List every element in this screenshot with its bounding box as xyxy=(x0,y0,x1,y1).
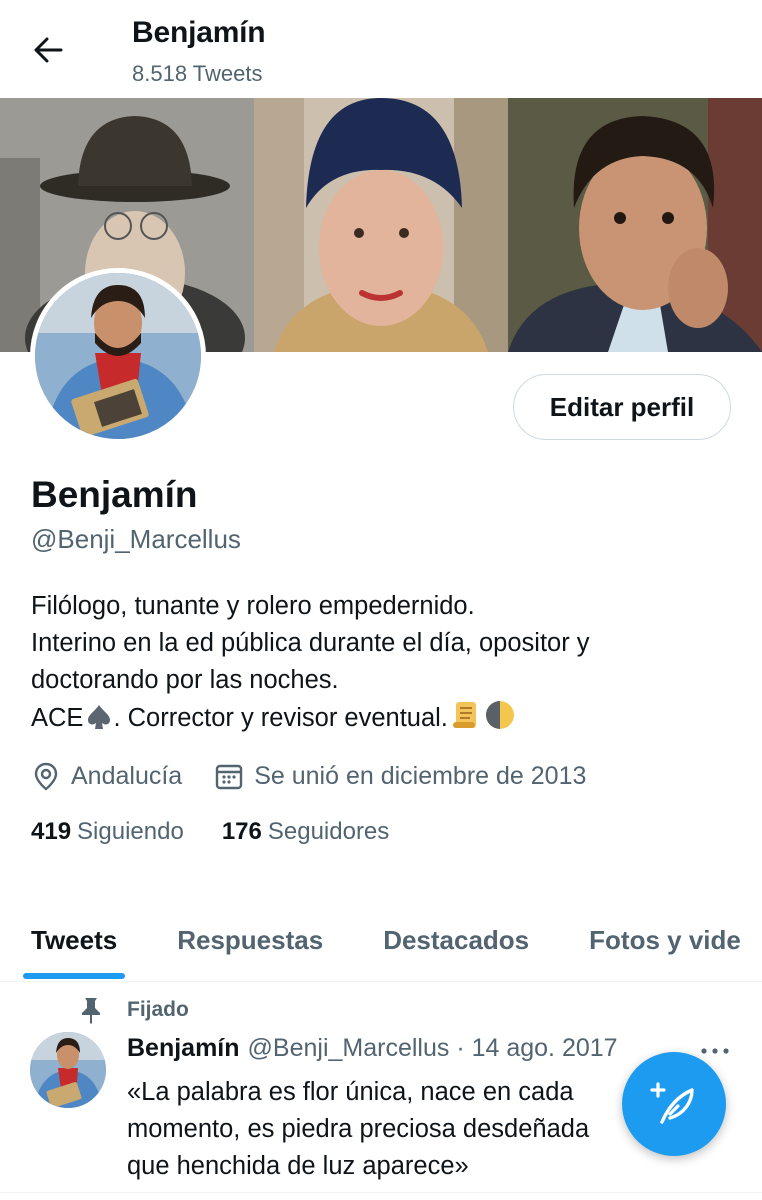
tab-respuestas[interactable]: Respuestas xyxy=(177,898,324,981)
banner-photo-3 xyxy=(508,98,762,352)
tweet-author-avatar[interactable] xyxy=(30,1032,106,1108)
profile-handle: @Benji_Marcellus xyxy=(31,524,241,554)
joined-item: Se unió en diciembre de 2013 xyxy=(214,761,586,791)
divider xyxy=(0,1192,762,1193)
pinned-label: Fijado xyxy=(127,998,189,1021)
tab-label: Tweets xyxy=(31,924,118,955)
header-tweet-count: 8.518 Tweets xyxy=(132,61,263,86)
bio-line: Interino en la ed pública durante el día… xyxy=(31,629,590,657)
tab-label: Destacados xyxy=(383,924,530,955)
profile-meta: Andalucía Se unió en diciembre de 2013 xyxy=(31,758,618,794)
edit-profile-button[interactable]: Editar perfil xyxy=(513,374,731,440)
tab-tweets[interactable]: Tweets xyxy=(23,898,126,981)
profile-bio: Filólogo, tunante y rolero empedernido. … xyxy=(31,588,731,737)
back-button[interactable] xyxy=(28,30,68,70)
bio-line: doctorando por las noches. xyxy=(31,666,339,694)
location-item: Andalucía xyxy=(31,761,182,791)
top-bar: Benjamín 8.518 Tweets xyxy=(0,0,762,98)
bio-text: . Corrector y revisor eventual. xyxy=(113,704,448,732)
tab-fotos-y-videos[interactable]: Fotos y vide xyxy=(589,898,741,981)
bio-line: ACE . Corrector y revisor eventual. xyxy=(31,699,731,737)
followers-label: Seguidores xyxy=(267,818,390,845)
bio-text: ACE xyxy=(31,704,84,732)
tab-label: Respuestas xyxy=(177,924,324,955)
tweet-header: Benjamín @Benji_Marcellus · 14 ago. 2017 xyxy=(127,1034,618,1063)
scroll-icon xyxy=(452,702,476,728)
bio-line: Filólogo, tunante y rolero empedernido. xyxy=(31,592,475,620)
tweet-author-name[interactable]: Benjamín xyxy=(127,1034,240,1063)
tweet-text-line: que henchida de luz aparece» xyxy=(127,1152,469,1180)
pin-icon xyxy=(82,998,100,1024)
tab-destacados[interactable]: Destacados xyxy=(383,898,530,981)
arrow-left-icon xyxy=(34,37,63,63)
joined-text: Se unió en diciembre de 2013 xyxy=(254,761,587,790)
compose-tweet-button[interactable] xyxy=(622,1052,726,1156)
followers-link[interactable]: 176 Seguidores xyxy=(222,818,389,846)
location-pin-icon xyxy=(31,761,61,791)
active-tab-indicator xyxy=(23,973,126,979)
follow-stats: 419 Siguiendo 176 Seguidores xyxy=(31,818,427,846)
tweet-author-meta[interactable]: @Benji_Marcellus · 14 ago. 2017 xyxy=(248,1034,618,1063)
following-link[interactable]: 419 Siguiendo xyxy=(31,818,184,846)
header-title: Benjamín xyxy=(132,16,266,49)
compose-tweet-icon xyxy=(650,1082,694,1124)
profile-avatar[interactable] xyxy=(30,268,206,444)
calendar-icon xyxy=(214,761,244,791)
following-label: Siguiendo xyxy=(77,818,184,845)
profile-name: Benjamín xyxy=(31,474,198,515)
tab-label: Fotos y vide xyxy=(589,924,741,955)
banner-photo-2 xyxy=(254,98,508,352)
followers-count: 176 xyxy=(221,818,262,845)
pinned-indicator: Fijado xyxy=(80,996,189,1024)
following-count: 419 xyxy=(31,818,72,845)
spade-icon xyxy=(88,705,111,729)
profile-tabs: Tweets Respuestas Destacados Fotos y vid… xyxy=(0,898,762,982)
location-text: Andalucía xyxy=(71,761,183,790)
half-moon-icon xyxy=(485,701,514,729)
